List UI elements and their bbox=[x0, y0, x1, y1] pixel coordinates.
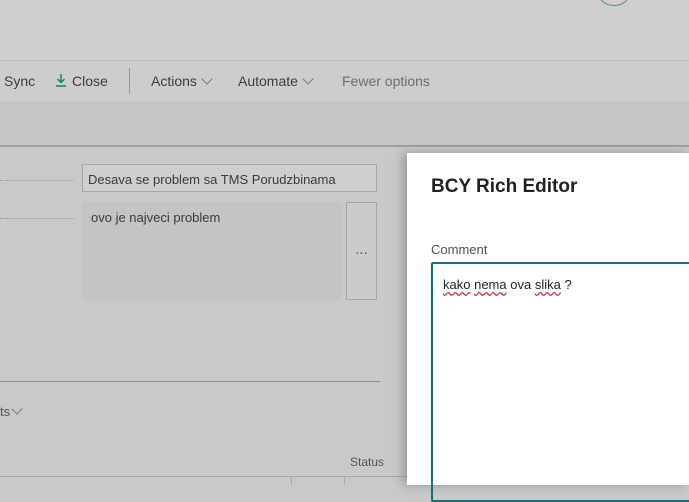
section-divider bbox=[0, 381, 380, 382]
panel-title: BCY Rich Editor bbox=[431, 176, 578, 197]
comment-word: kako bbox=[443, 277, 471, 292]
status-column-header[interactable]: Status bbox=[350, 455, 384, 469]
comment-word: nema bbox=[474, 277, 507, 292]
fewer-options-button[interactable]: Fewer options bbox=[342, 73, 430, 89]
grid-column-divider bbox=[291, 476, 292, 485]
field-leader-dots bbox=[0, 180, 74, 181]
download-icon bbox=[56, 74, 66, 87]
top-header bbox=[0, 0, 689, 60]
comment-word: slika bbox=[534, 277, 561, 292]
more-options-button[interactable]: ... bbox=[346, 202, 377, 300]
close-button-label: Close bbox=[72, 73, 108, 89]
description-field[interactable]: ovo je najveci problem bbox=[82, 202, 341, 300]
rich-editor-panel: BCY Rich Editor Comment kako nema ova sl… bbox=[407, 153, 689, 502]
chevron-down-icon bbox=[302, 73, 314, 85]
comment-editor[interactable]: kako nema ova slika ? bbox=[431, 262, 689, 502]
actions-label: Actions bbox=[151, 73, 197, 89]
lines-tab[interactable]: ts bbox=[0, 403, 23, 419]
comment-text: kako nema ova slika ? bbox=[443, 277, 572, 292]
automate-menu[interactable]: Automate bbox=[238, 73, 314, 89]
grid-header-line bbox=[0, 476, 407, 477]
sync-button[interactable]: Sync bbox=[4, 73, 35, 89]
lines-tab-label: ts bbox=[0, 404, 11, 419]
title-field[interactable]: Desava se problem sa TMS Porudzbinama bbox=[82, 164, 377, 192]
fasttab-header bbox=[0, 101, 689, 147]
toolbar-separator bbox=[129, 68, 130, 94]
chevron-down-icon bbox=[11, 403, 23, 415]
automate-label: Automate bbox=[238, 73, 298, 89]
comment-word: ova bbox=[510, 277, 532, 292]
grid-column-divider bbox=[344, 476, 345, 485]
comment-label: Comment bbox=[431, 242, 488, 257]
field-leader-dots bbox=[0, 218, 74, 219]
comment-word: ? bbox=[564, 277, 572, 292]
close-button[interactable]: Close bbox=[56, 73, 108, 89]
chevron-down-icon bbox=[201, 73, 213, 85]
actions-menu[interactable]: Actions bbox=[151, 73, 213, 89]
